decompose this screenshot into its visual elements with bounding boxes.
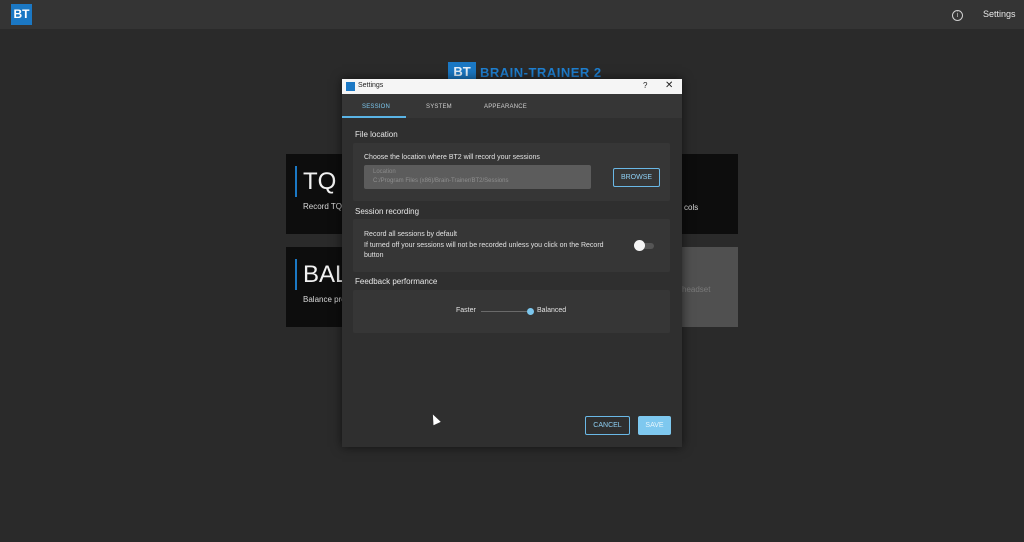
record-help-text-cont: button (364, 252, 384, 259)
location-field-value: C:/Program Files (x86)/Brain-Trainer/BT2… (373, 178, 509, 184)
section-title-session-recording: Session recording (355, 207, 420, 216)
location-field-label: Location (373, 169, 396, 175)
tab-appearance[interactable]: APPEARANCE (484, 104, 527, 110)
tab-session[interactable]: SESSION (362, 104, 390, 110)
tile-accent-bar (295, 166, 297, 197)
close-icon[interactable]: ✕ (665, 80, 673, 91)
cancel-button[interactable]: CANCEL (585, 416, 630, 435)
toggle-knob (634, 240, 645, 251)
tile-subtitle: Balance pro (303, 295, 346, 304)
browse-button[interactable]: BROWSE (613, 168, 660, 187)
top-bar: BT i Settings (0, 0, 1024, 29)
tile-subtitle: cols (684, 203, 699, 212)
dialog-titlebar: Settings ? ✕ (342, 79, 682, 94)
help-button[interactable]: ? (643, 81, 647, 90)
slider-label-faster: Faster (456, 307, 476, 314)
section-title-feedback: Feedback performance (355, 277, 438, 286)
record-help-text: If turned off your sessions will not be … (364, 242, 604, 249)
location-field[interactable]: Location C:/Program Files (x86)/Brain-Tr… (364, 165, 591, 189)
tab-bar: SESSION SYSTEM APPEARANCE (342, 94, 682, 118)
active-tab-indicator (342, 116, 406, 118)
record-toggle[interactable] (634, 240, 654, 252)
slider-label-balanced: Balanced (537, 307, 567, 314)
tab-system[interactable]: SYSTEM (426, 104, 452, 110)
dialog-title: Settings (358, 82, 384, 89)
settings-dialog: Settings ? ✕ SESSION SYSTEM APPEARANCE F… (342, 79, 682, 447)
tile-accent-bar (295, 259, 297, 290)
info-icon[interactable]: i (952, 10, 963, 21)
section-title-file-location: File location (355, 130, 398, 139)
tile-title: TQ (303, 168, 337, 195)
tile-subtitle: headset (682, 285, 711, 294)
save-button[interactable]: SAVE (638, 416, 671, 435)
app-logo: BT (11, 4, 32, 25)
brand-name: BRAIN-TRAINER 2 (480, 65, 602, 80)
app-icon (346, 82, 355, 91)
feedback-slider-track[interactable] (481, 311, 528, 312)
settings-link[interactable]: Settings (983, 9, 1016, 19)
record-default-label: Record all sessions by default (364, 231, 457, 238)
file-location-description: Choose the location where BT2 will recor… (364, 154, 540, 161)
feedback-slider-thumb[interactable] (527, 308, 534, 315)
tile-subtitle: Record TQ (303, 202, 342, 211)
